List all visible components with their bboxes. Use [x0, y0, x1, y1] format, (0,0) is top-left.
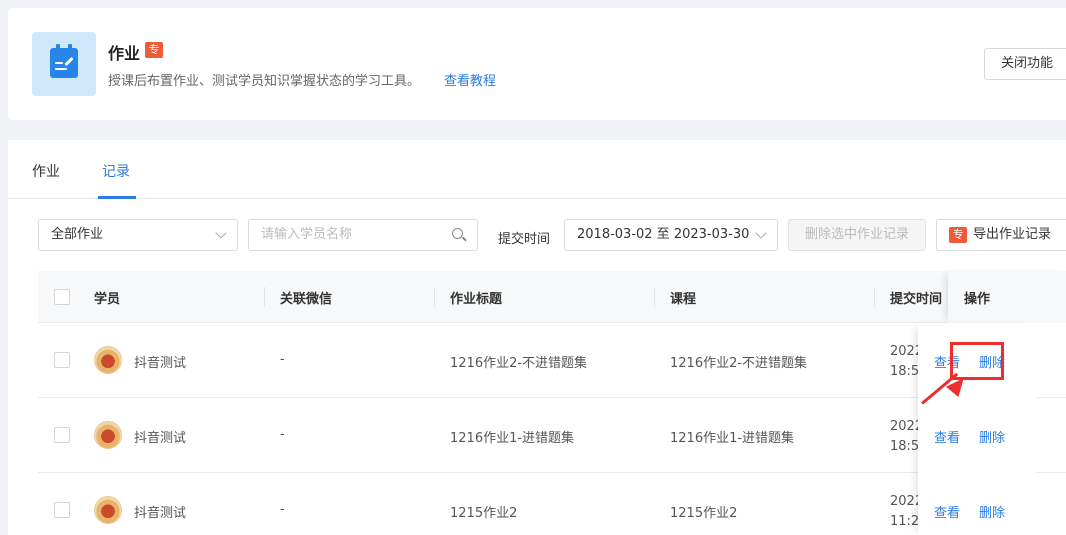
export-records-label: 导出作业记录: [973, 227, 1052, 242]
column-operation: 操作: [964, 292, 991, 307]
column-homework-title: 作业标题: [450, 292, 503, 307]
row-checkbox[interactable]: [54, 427, 70, 443]
row-checkbox[interactable]: [54, 352, 70, 368]
chevron-down-icon: [755, 227, 767, 239]
avatar: [94, 421, 122, 449]
tutorial-link[interactable]: 查看教程: [444, 70, 496, 89]
submit-time-label: 提交时间: [498, 232, 551, 247]
avatar: [94, 346, 122, 374]
table-row: 抖音测试 - 1216作业1-进错题集 1216作业1-进错题集 2022-12…: [38, 398, 1066, 473]
student-name: 抖音测试: [134, 356, 187, 371]
view-record-link[interactable]: 查看: [934, 502, 960, 521]
course-name: 1216作业2-不进错题集: [670, 356, 808, 371]
date-range-value: 2018-03-02 至 2023-03-30: [577, 227, 750, 242]
homework-title: 1216作业1-进错题集: [450, 431, 575, 446]
column-submit-time: 提交时间: [890, 292, 943, 307]
column-divider: [654, 287, 655, 307]
operation-column-header: 操作: [948, 271, 1066, 323]
column-course: 课程: [670, 292, 697, 307]
student-search-input[interactable]: 请输入学员名称: [248, 219, 478, 251]
homework-title: 1216作业2-不进错题集: [450, 356, 588, 371]
course-name: 1216作业1-进错题集: [670, 431, 795, 446]
feature-header-card: 作业 专 授课后布置作业、测试学员知识掌握状态的学习工具。 查看教程 关闭功能: [8, 8, 1066, 120]
table-header: 学员 关联微信 作业标题 课程 提交时间 操作: [38, 271, 1066, 323]
column-divider: [874, 287, 875, 307]
row-checkbox[interactable]: [54, 502, 70, 518]
search-icon[interactable]: [452, 228, 463, 239]
column-wechat: 关联微信: [280, 292, 333, 307]
close-feature-button[interactable]: 关闭功能: [984, 48, 1066, 80]
pro-badge: 专: [949, 227, 967, 243]
wechat-value: -: [280, 352, 285, 367]
tab-bar: 作业 记录: [8, 140, 1066, 199]
delete-record-link[interactable]: 删除: [979, 502, 1005, 521]
homework-select-value: 全部作业: [51, 227, 104, 242]
active-tab-indicator: [98, 196, 136, 199]
student-search-placeholder: 请输入学员名称: [261, 227, 353, 242]
select-all-checkbox[interactable]: [54, 289, 70, 305]
tab-homework[interactable]: 作业: [32, 161, 60, 181]
export-records-button[interactable]: 专 导出作业记录: [936, 219, 1066, 251]
student-name: 抖音测试: [134, 506, 187, 521]
delete-record-link[interactable]: 删除: [979, 427, 1005, 446]
view-record-link[interactable]: 查看: [934, 427, 960, 446]
date-range-picker[interactable]: 2018-03-02 至 2023-03-30: [564, 219, 778, 251]
column-divider: [434, 287, 435, 307]
chevron-down-icon: [215, 227, 227, 239]
homework-title: 1215作业2: [450, 506, 518, 521]
course-name: 1215作业2: [670, 506, 738, 521]
homework-book-icon: [32, 32, 96, 96]
column-student: 学员: [94, 292, 121, 307]
student-name: 抖音测试: [134, 431, 187, 446]
delete-selected-button[interactable]: 删除选中作业记录: [788, 219, 926, 251]
pro-badge: 专: [145, 42, 163, 58]
table-row: 抖音测试 - 1215作业2 1215作业2 2022-12-11:21:47: [38, 473, 1066, 535]
avatar: [94, 496, 122, 524]
column-divider: [264, 287, 265, 307]
wechat-value: -: [280, 502, 285, 517]
feature-title: 作业: [108, 44, 141, 63]
homework-select[interactable]: 全部作业: [38, 219, 238, 251]
wechat-value: -: [280, 427, 285, 442]
records-panel: 作业 记录 全部作业 请输入学员名称 提交时间 2018-03-02 至 202…: [8, 140, 1066, 535]
table-row: 抖音测试 - 1216作业2-不进错题集 1216作业2-不进错题集 2022-…: [38, 323, 1066, 398]
tab-records[interactable]: 记录: [102, 161, 130, 181]
feature-description: 授课后布置作业、测试学员知识掌握状态的学习工具。: [108, 74, 421, 89]
